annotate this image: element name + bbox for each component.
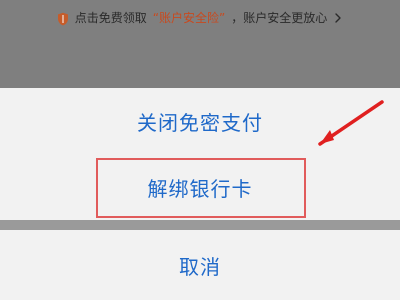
shield-icon <box>57 12 69 26</box>
cancel-label: 取消 <box>179 254 221 279</box>
highlight-box <box>96 158 306 218</box>
notice-text-before: 点击免费领取 <box>74 11 147 25</box>
notice-text-highlight: “账户安全险” <box>152 11 226 25</box>
security-notice[interactable]: 点击免费领取 “账户安全险” ，账户安全更放心 <box>0 10 400 26</box>
chevron-right-icon <box>333 12 343 24</box>
notice-text-after: ，账户安全更放心 <box>231 11 328 25</box>
dimmed-background: 点击免费领取 “账户安全险” ，账户安全更放心 <box>0 0 400 88</box>
cancel-button[interactable]: 取消 <box>0 230 400 300</box>
sheet-gap <box>0 220 400 230</box>
close-passwordless-payment-button[interactable]: 关闭免密支付 <box>0 88 400 154</box>
screen: 点击免费领取 “账户安全险” ，账户安全更放心 关闭免密支付 解绑银行卡 取消 <box>0 0 400 300</box>
close-passwordless-payment-label: 关闭免密支付 <box>137 110 263 135</box>
